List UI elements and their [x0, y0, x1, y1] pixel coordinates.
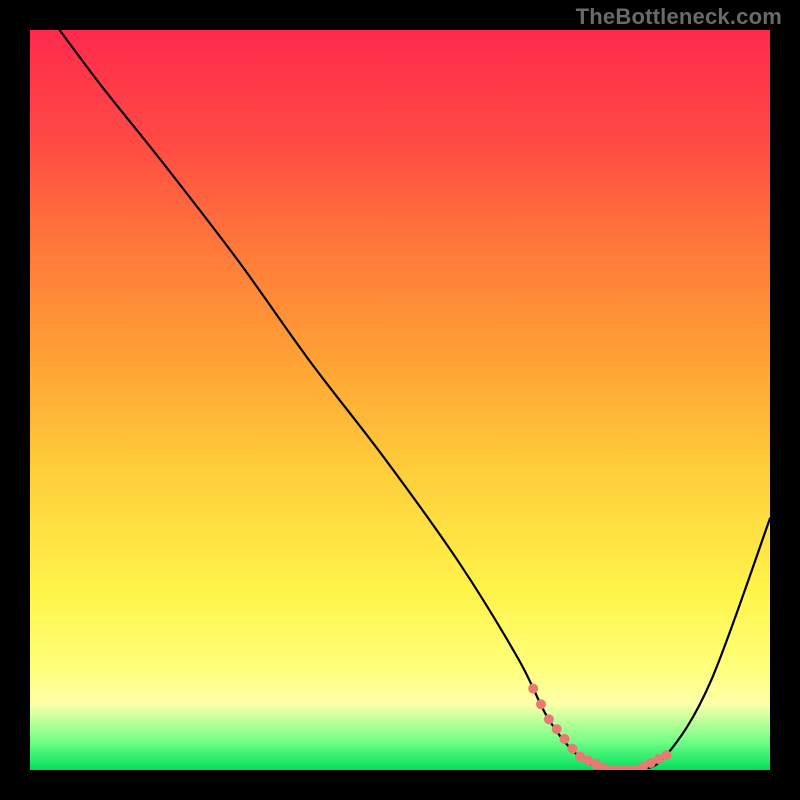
flat-region-dot — [560, 734, 570, 744]
chart-frame — [30, 30, 770, 770]
flat-region-dot — [544, 714, 554, 724]
attribution-text: TheBottleneck.com — [576, 4, 782, 30]
flat-region-dot — [567, 744, 577, 754]
bottleneck-curve-line — [60, 30, 770, 770]
flat-region-dot — [528, 684, 538, 694]
chart-svg — [30, 30, 770, 770]
flat-region-dot — [536, 699, 546, 709]
flat-region-markers — [528, 684, 671, 770]
flat-region-dot — [661, 750, 671, 760]
flat-region-dot — [552, 724, 562, 734]
